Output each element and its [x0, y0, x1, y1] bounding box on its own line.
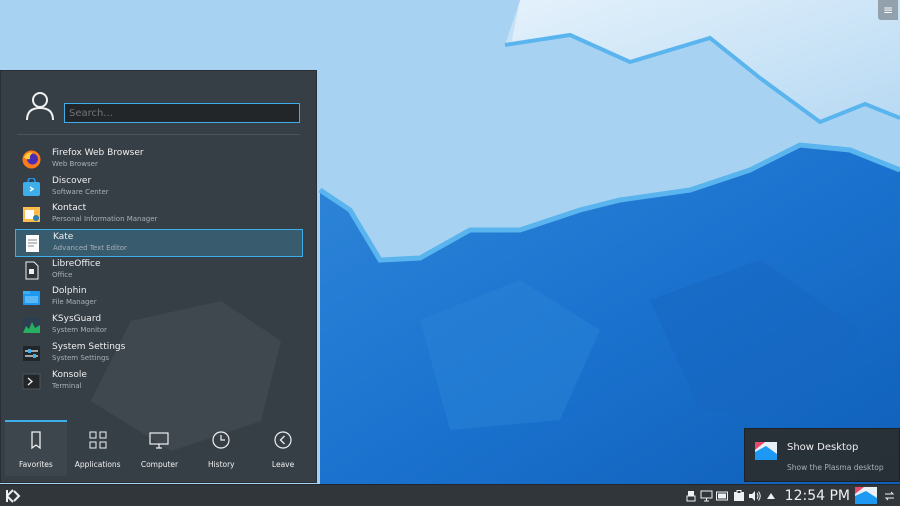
show-desktop-tooltip: Show Desktop Show the Plasma desktop: [744, 428, 900, 482]
launcher-tab-bar: Favorites Applications Computer History …: [5, 420, 314, 476]
favorite-item-discover[interactable]: Discover Software Center: [15, 174, 303, 202]
usb-device-icon[interactable]: [683, 485, 699, 506]
kontact-icon: [23, 207, 40, 223]
favorite-item-ksysguard[interactable]: KSysGuard System Monitor: [15, 312, 303, 340]
tooltip-subtitle: Show the Plasma desktop: [787, 463, 884, 472]
firefox-icon: [22, 150, 41, 169]
favorite-description: Web Browser: [52, 160, 98, 168]
favorite-item-dolphin[interactable]: Dolphin File Manager: [15, 284, 303, 312]
panel-settings-icon[interactable]: [881, 485, 897, 506]
taskbar-panel: 12:54 PM: [0, 484, 900, 506]
tooltip-title: Show Desktop: [787, 442, 859, 453]
separator: [17, 134, 300, 135]
digital-clock[interactable]: 12:54 PM: [785, 488, 850, 504]
favorite-item-libreoffice[interactable]: LibreOffice Office: [15, 257, 303, 285]
monitor-icon: [149, 432, 170, 449]
libreoffice-icon: [25, 261, 39, 280]
clipboard-icon[interactable]: [731, 485, 747, 506]
favorite-item-kate[interactable]: Kate Advanced Text Editor: [15, 229, 303, 257]
favorite-name: Kate: [53, 232, 74, 243]
system-tray: 12:54 PM: [683, 485, 900, 506]
tab-label: Applications: [74, 460, 121, 469]
battery-icon[interactable]: [715, 485, 731, 506]
favorite-name: KSysGuard: [52, 314, 102, 325]
tab-leave[interactable]: Leave: [252, 420, 314, 476]
favorite-item-kontact[interactable]: Kontact Personal Information Manager: [15, 201, 303, 229]
grid-icon: [89, 431, 107, 449]
favorite-description: Office: [52, 270, 73, 279]
tab-favorites[interactable]: Favorites: [5, 420, 67, 476]
clock-icon: [212, 431, 230, 449]
dolphin-icon: [23, 291, 40, 306]
favorite-description: System Monitor: [52, 326, 107, 335]
favorite-name: Kontact: [52, 203, 87, 214]
favorite-item-firefox[interactable]: Firefox Web Browser Web Browser: [15, 146, 303, 174]
desktop-toolbox-button[interactable]: ≡: [878, 0, 898, 20]
show-desktop-button[interactable]: [855, 487, 877, 504]
tab-label: Leave: [271, 460, 295, 469]
favorite-name: Konsole: [52, 369, 87, 380]
settings-icon: [23, 345, 40, 361]
favorites-list: Firefox Web Browser Web Browser Discover…: [15, 146, 303, 395]
network-icon[interactable]: [699, 485, 715, 506]
tab-applications[interactable]: Applications: [67, 420, 129, 476]
chevron-up-icon[interactable]: [763, 485, 779, 506]
tab-label: Computer: [140, 460, 179, 469]
kate-icon: [26, 235, 39, 253]
volume-icon[interactable]: [747, 485, 763, 506]
favorite-item-system-settings[interactable]: System Settings System Settings: [15, 340, 303, 368]
favorite-description: File Manager: [52, 298, 97, 307]
favorite-item-konsole[interactable]: Konsole Terminal: [15, 368, 303, 396]
user-avatar-icon[interactable]: [26, 91, 54, 121]
favorite-description: System Settings: [52, 353, 110, 362]
back-arrow-icon: [274, 431, 292, 449]
kde-launcher-icon[interactable]: [4, 487, 22, 505]
favorite-name: Firefox Web Browser: [52, 148, 144, 158]
tab-history[interactable]: History: [190, 420, 252, 476]
discover-icon: [23, 177, 40, 196]
favorite-description: Terminal: [52, 381, 82, 390]
favorite-description: Software Center: [52, 187, 109, 196]
tab-label: History: [207, 460, 235, 469]
favorite-description: Advanced Text Editor: [53, 244, 127, 253]
favorite-name: System Settings: [52, 341, 126, 352]
favorite-name: LibreOffice: [52, 258, 101, 269]
bookmark-icon: [31, 431, 41, 450]
search-input[interactable]: [64, 103, 300, 123]
favorite-description: Personal Information Manager: [52, 215, 158, 224]
favorite-name: Dolphin: [52, 286, 87, 297]
tab-computer[interactable]: Computer: [129, 420, 191, 476]
favorite-name: Discover: [52, 175, 92, 186]
tab-label: Favorites: [18, 460, 53, 469]
application-launcher: Firefox Web Browser Web Browser Discover…: [0, 70, 317, 483]
show-desktop-icon: [755, 442, 777, 460]
ksysguard-icon: [23, 318, 40, 334]
konsole-icon: [22, 373, 41, 389]
